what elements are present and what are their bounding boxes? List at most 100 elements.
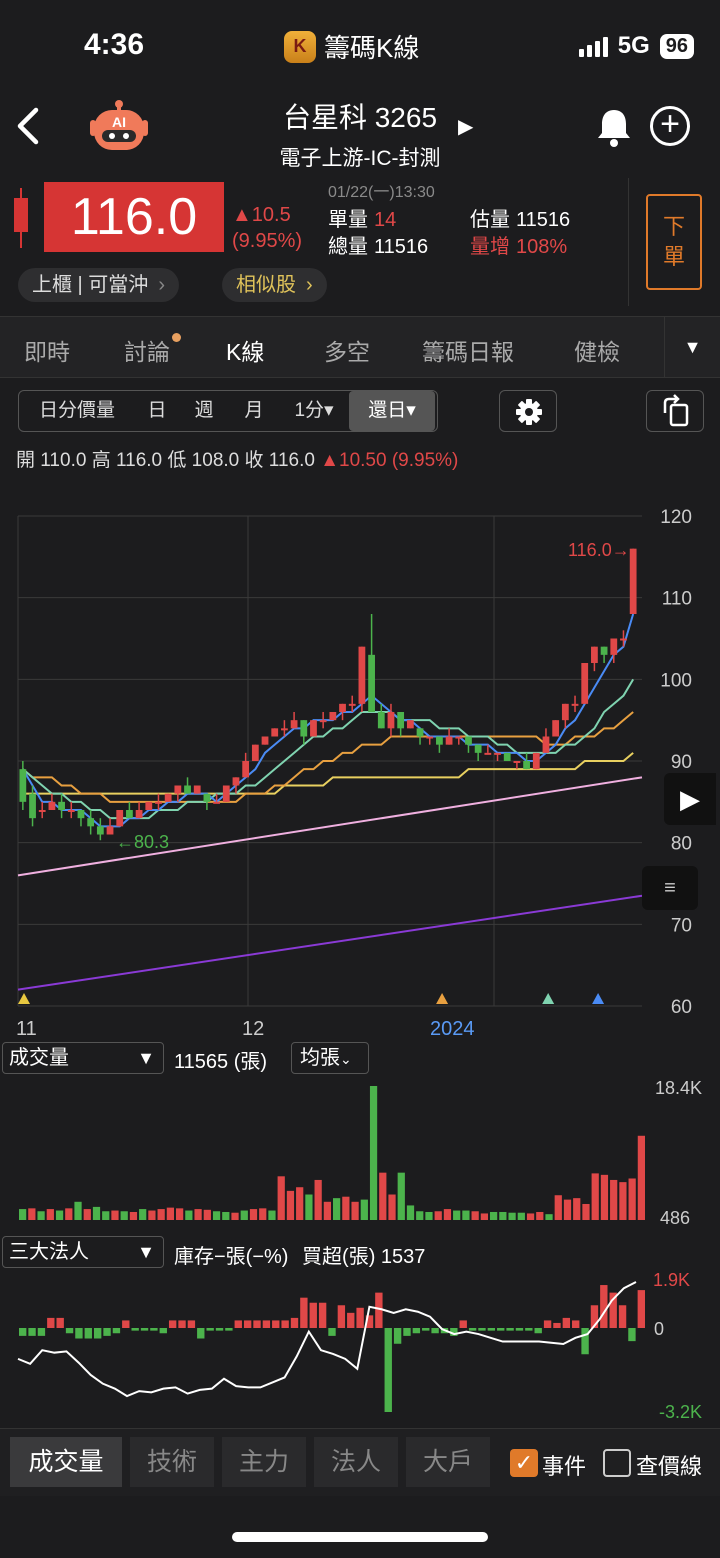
average-lot-select[interactable]: 均張⌄ [291,1042,369,1074]
main-tabbar: 即時 討論 K線 多空 籌碼日報 健檢 ▼ [0,316,720,378]
order-button[interactable]: 下單 [646,194,702,290]
volume-bar [37,1211,45,1220]
period-day[interactable]: 日 [135,391,179,431]
volume-bar [203,1209,211,1220]
inst-bar [197,1328,205,1339]
x-tick-label: 12 [242,1018,264,1040]
volume-bar [333,1198,341,1220]
y-tick-label: 120 [660,507,692,528]
inst-bar [328,1328,336,1336]
bottom-tab-institutional[interactable]: 法人 [314,1437,398,1487]
y-tick-label: 100 [660,670,692,691]
price-change-pct: (9.95%) [232,230,303,252]
volume-bar [554,1195,562,1220]
candle-body [377,712,385,729]
candle-body [426,736,434,739]
volume-select-label: 成交量 [9,1047,69,1069]
candlestick-chart[interactable]: 120 110 100 90 80 70 60 11 12 2024 116.0→ ←80.3 [0,480,720,1040]
institutional-indicator-select[interactable]: 三大法人 ▼ [2,1236,164,1268]
bottom-tab-technical[interactable]: 技術 [130,1437,214,1487]
gear-icon [516,399,542,425]
chart-settings-button[interactable] [499,390,557,432]
candle-body [203,793,211,802]
similar-stocks-label: 相似股 [236,274,296,296]
period-week[interactable]: 週 [179,391,229,431]
period-adjusted-day[interactable]: 還日▾ [349,391,435,431]
inst-bar [375,1292,383,1328]
similar-stocks-pill[interactable]: 相似股 › [222,268,327,302]
inst-bar [215,1328,224,1331]
inst-bar [403,1328,411,1336]
tab-kline[interactable]: K線 [226,333,264,367]
volume-value: 11565 (張) [174,1051,268,1073]
bottom-tab-main-force[interactable]: 主力 [222,1437,306,1487]
volume-bar [323,1201,331,1220]
volume-bar [166,1207,174,1220]
candle-body [387,712,395,729]
event-checkbox[interactable]: ✓ [510,1449,538,1477]
institutional-chart[interactable]: 1.9K 0 -3.2K [0,1270,720,1422]
tab-chip-report[interactable]: 籌碼日報 [422,333,514,367]
bottom-tab-major-holders[interactable]: 大戶 [406,1437,490,1487]
inst-bar [487,1328,496,1331]
play-icon[interactable]: ▶ [664,773,716,825]
inst-bar [562,1317,571,1328]
volume-bar [314,1179,322,1220]
tab-bull-bear[interactable]: 多空 [324,333,370,367]
candle-body [329,712,337,721]
period-minute[interactable]: 1分▾ [279,391,349,431]
dropdown-arrow-icon: ▼ [137,1048,155,1068]
period-month[interactable]: 月 [229,391,279,431]
volume-bar [388,1194,396,1220]
volume-bar [55,1210,64,1220]
candle-body [620,638,627,641]
candle-body [523,761,530,770]
inst-bar [28,1328,36,1336]
tab-realtime[interactable]: 即時 [24,333,70,367]
candle-body [397,712,405,729]
candle-body [310,720,317,737]
candle-body [571,703,579,706]
tab-discussion[interactable]: 討論 [124,333,181,367]
price-line-checkbox[interactable] [603,1449,631,1477]
bell-icon[interactable] [594,106,634,148]
volume-bar [600,1174,609,1220]
resize-handle-icon[interactable]: ≡ [642,866,698,910]
ma240-line [17,894,643,991]
volume-chart[interactable]: 18.4K 486 [0,1078,720,1228]
quote-datetime: 01/22(一)13:30 [328,184,435,201]
period-daily-price-volume[interactable]: 日分價量 [19,391,135,431]
volume-bar [563,1199,572,1220]
volume-bar [28,1208,36,1220]
inst-zero-label: 0 [654,1319,664,1339]
bottom-tab-volume[interactable]: 成交量 [10,1437,122,1487]
y-tick-label: 90 [671,752,692,773]
candle-body [135,810,143,819]
volume-bar [65,1208,73,1220]
event-marker-icon [542,993,555,1004]
rotate-screen-button[interactable] [646,390,704,432]
inst-bar [581,1328,589,1355]
tabs-dropdown-icon[interactable]: ▼ [664,317,720,377]
inst-bar [272,1320,280,1328]
add-watchlist-icon[interactable]: + [650,106,690,146]
tab-health-check[interactable]: 健檢 [574,333,620,367]
period-selector: 日分價量 日 週 月 1分▾ 還日▾ [18,390,438,432]
volume-increase: 量增 108% [470,230,567,259]
candle-body [503,752,511,761]
institutional-readout: 庫存−張(−%) 買超(張) 1537 [174,1240,425,1269]
volume-indicator-select[interactable]: 成交量 ▼ [2,1042,164,1074]
bottom-indicator-bar: 成交量 技術 主力 法人 大戶 ✓ 事件 查價線 [0,1428,720,1496]
min-price-label: ←80.3 [116,832,169,852]
inst-bar [628,1328,636,1342]
price-change: ▲10.5 [232,204,291,226]
volume-bar [619,1182,627,1220]
candle-body [552,720,560,737]
inst-bar [412,1328,421,1334]
ohlc-low: 低 108.0 [167,450,240,471]
inst-bar [318,1302,327,1328]
play-arrow-icon[interactable]: ▶ [458,114,473,139]
candle-body [77,810,85,819]
market-tag-pill[interactable]: 上櫃 | 可當沖 › [18,268,179,302]
estimated-volume-label: 估量 [470,209,510,231]
